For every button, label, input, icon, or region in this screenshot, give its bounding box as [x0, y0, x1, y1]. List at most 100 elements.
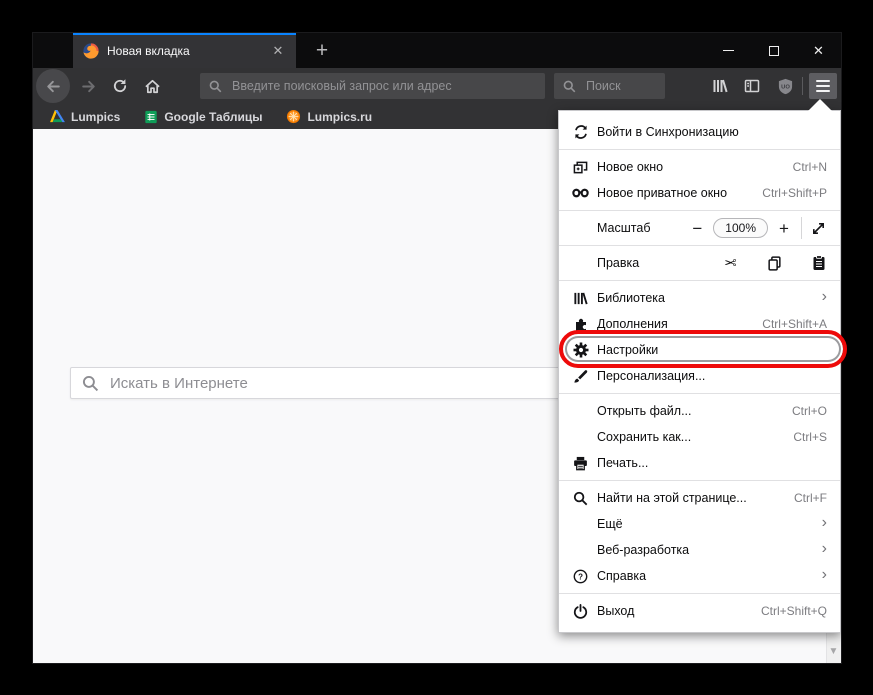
- zoom-out-button[interactable]: −: [688, 220, 706, 237]
- menu-item-new-window[interactable]: Новое окно Ctrl+N: [559, 154, 840, 180]
- shortcut: Ctrl+F: [794, 491, 827, 505]
- zoom-in-button[interactable]: +: [775, 220, 793, 237]
- new-tab-button[interactable]: +: [305, 33, 339, 68]
- menu-item-label: Настройки: [597, 343, 827, 357]
- menu-separator: [559, 480, 840, 481]
- copy-button[interactable]: [766, 255, 783, 272]
- search-icon: [209, 80, 222, 93]
- ublock-origin-button[interactable]: UO: [770, 68, 800, 104]
- menu-item-label: Найти на этой странице...: [597, 491, 794, 505]
- desktop: Новая вкладка ✕ + ✕: [0, 0, 873, 695]
- minimize-button[interactable]: [706, 33, 751, 68]
- bookmark-lumpics-ru[interactable]: Lumpics.ru: [283, 107, 375, 127]
- window-controls: ✕: [706, 33, 841, 68]
- shortcut: Ctrl+N: [793, 160, 827, 174]
- reload-button[interactable]: [106, 68, 134, 104]
- shortcut: Ctrl+Shift+P: [762, 186, 827, 200]
- google-drive-icon: [50, 110, 65, 123]
- cut-button[interactable]: ✂: [722, 255, 739, 272]
- menu-item-label: Новое приватное окно: [597, 186, 762, 200]
- shortcut: Ctrl+Shift+A: [762, 317, 827, 331]
- svg-text:?: ?: [578, 572, 583, 581]
- home-button[interactable]: [137, 68, 167, 104]
- menu-item-quit[interactable]: Выход Ctrl+Shift+Q: [559, 598, 840, 624]
- menu-item-save-as[interactable]: Сохранить как... Ctrl+S: [559, 424, 840, 450]
- chevron-right-icon: ›: [822, 515, 827, 531]
- menu-item-addons[interactable]: Дополнения Ctrl+Shift+A: [559, 311, 840, 337]
- hamburger-menu-button[interactable]: [809, 73, 837, 99]
- menu-item-web-development[interactable]: Веб-разработка ›: [559, 537, 840, 563]
- paste-button[interactable]: [810, 255, 827, 272]
- menu-item-label: Открыть файл...: [597, 404, 792, 418]
- menu-item-label: Библиотека: [597, 291, 822, 305]
- bookmark-google-sheets[interactable]: Google Таблицы: [141, 107, 265, 127]
- menu-separator: [559, 593, 840, 594]
- puzzle-icon: [572, 316, 589, 333]
- printer-icon: [572, 455, 589, 472]
- address-bar[interactable]: [200, 73, 545, 99]
- menu-item-new-private-window[interactable]: Новое приватное окно Ctrl+Shift+P: [559, 180, 840, 206]
- tab-new-tab[interactable]: Новая вкладка ✕: [73, 33, 296, 68]
- menu-item-print[interactable]: Печать...: [559, 450, 840, 476]
- menu-separator: [559, 280, 840, 281]
- menu-item-label: Войти в Синхронизацию: [597, 125, 827, 139]
- shortcut: Ctrl+Shift+Q: [761, 604, 827, 618]
- library-button[interactable]: [705, 68, 735, 104]
- chevron-right-icon: ›: [822, 541, 827, 557]
- maximize-button[interactable]: [751, 33, 796, 68]
- zoom-level-button[interactable]: 100%: [713, 218, 768, 238]
- menu-item-label: Новое окно: [597, 160, 793, 174]
- address-input[interactable]: [230, 78, 536, 94]
- gear-icon: [572, 342, 589, 359]
- zoom-separator: [801, 217, 802, 239]
- firefox-logo-icon: [83, 43, 99, 59]
- svg-text:UO: UO: [781, 84, 790, 90]
- scroll-down-icon[interactable]: ▼: [826, 646, 841, 657]
- search-bar[interactable]: [554, 73, 665, 99]
- tab-strip: Новая вкладка ✕ + ✕: [33, 33, 841, 68]
- menu-item-label: Справка: [597, 569, 822, 583]
- close-button[interactable]: ✕: [796, 33, 841, 68]
- chevron-right-icon: ›: [822, 289, 827, 305]
- shortcut: Ctrl+S: [793, 430, 827, 444]
- menu-item-customize[interactable]: Персонализация...: [559, 363, 840, 389]
- menu-item-more[interactable]: Ещё ›: [559, 511, 840, 537]
- tab-title: Новая вкладка: [107, 44, 268, 58]
- menu-item-label: Веб-разработка: [597, 543, 822, 557]
- menu-item-find[interactable]: Найти на этой странице... Ctrl+F: [559, 485, 840, 511]
- minimize-icon: [723, 50, 734, 51]
- menu-item-library[interactable]: Библиотека ›: [559, 285, 840, 311]
- help-icon: ?: [572, 568, 589, 585]
- bookmark-label: Lumpics: [71, 110, 120, 124]
- menu-separator: [559, 245, 840, 246]
- forward-button[interactable]: [75, 68, 101, 104]
- menu-notch: [808, 99, 832, 111]
- library-icon: [572, 290, 589, 307]
- orange-site-icon: [286, 109, 301, 124]
- forward-arrow-icon: [80, 78, 97, 95]
- menu-item-label: Персонализация...: [597, 369, 827, 383]
- menu-item-settings[interactable]: Настройки: [559, 337, 840, 363]
- navigation-toolbar: UO: [33, 68, 841, 104]
- toolbar-separator: [802, 77, 803, 95]
- hamburger-icon: [816, 80, 830, 82]
- back-button[interactable]: [36, 69, 70, 103]
- search-icon: [82, 375, 99, 392]
- menu-separator: [559, 393, 840, 394]
- sidebar-button[interactable]: [737, 68, 767, 104]
- tab-close-icon[interactable]: ✕: [268, 41, 288, 61]
- maximize-icon: [769, 46, 779, 56]
- brush-icon: [572, 368, 589, 385]
- sidebar-icon: [744, 78, 760, 94]
- fullscreen-button[interactable]: [810, 220, 827, 237]
- sync-icon: [572, 124, 589, 141]
- menu-item-sync[interactable]: Войти в Синхронизацию: [559, 119, 840, 145]
- google-sheets-icon: [144, 110, 158, 124]
- bookmark-lumpics[interactable]: Lumpics: [47, 107, 123, 127]
- shortcut: Ctrl+O: [792, 404, 827, 418]
- application-menu: Войти в Синхронизацию Новое окно Ctrl+N …: [558, 110, 841, 633]
- search-input[interactable]: [584, 78, 656, 94]
- menu-item-open-file[interactable]: Открыть файл... Ctrl+O: [559, 398, 840, 424]
- menu-row-zoom: Масштаб − 100% +: [559, 215, 840, 241]
- menu-item-help[interactable]: ? Справка ›: [559, 563, 840, 589]
